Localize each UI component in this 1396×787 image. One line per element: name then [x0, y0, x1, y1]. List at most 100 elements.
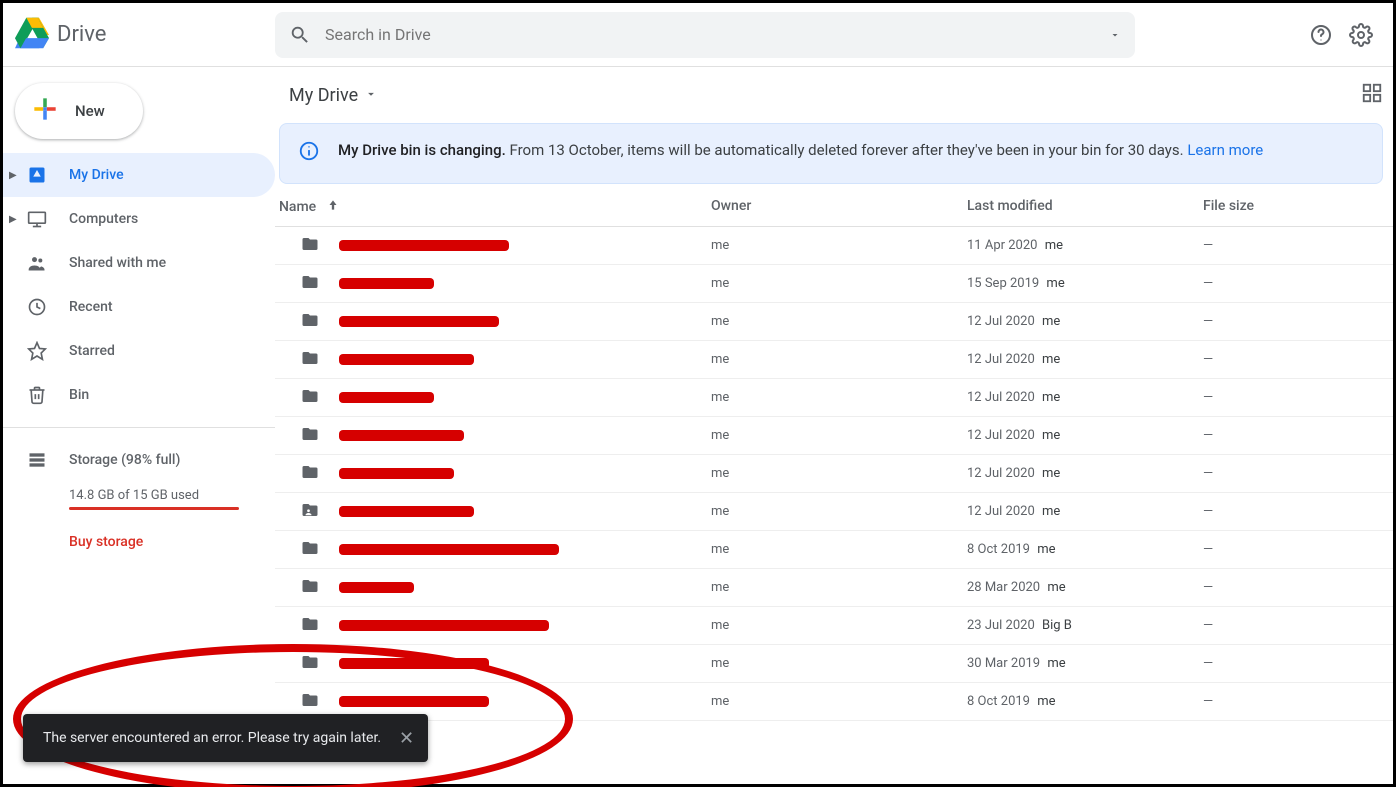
folder-icon	[299, 691, 321, 713]
row-size: —	[1203, 314, 1383, 329]
redacted-name	[339, 240, 509, 251]
row-modified: 8 Oct 2019 me	[967, 694, 1203, 709]
storage-nav-item[interactable]: Storage (98% full)	[27, 438, 259, 482]
info-icon	[298, 140, 320, 169]
redacted-name	[339, 620, 549, 631]
buy-storage-link[interactable]: Buy storage	[69, 534, 259, 550]
storage-label: Storage (98% full)	[69, 452, 180, 468]
settings-gear-icon[interactable]	[1349, 23, 1373, 47]
row-modified: 12 Jul 2020 me	[967, 390, 1203, 405]
redacted-name	[339, 430, 464, 441]
banner-bold: My Drive bin is changing.	[338, 141, 506, 159]
sidebar-item-starred[interactable]: Starred	[3, 329, 275, 373]
breadcrumb[interactable]: My Drive	[289, 85, 378, 106]
folder-icon	[299, 273, 321, 295]
toast-close-icon[interactable]: ✕	[399, 728, 414, 749]
row-size: —	[1203, 542, 1383, 557]
folder-icon	[299, 387, 321, 409]
row-size: —	[1203, 618, 1383, 633]
info-banner: My Drive bin is changing. From 13 Octobe…	[279, 123, 1383, 184]
storage-section: Storage (98% full) 14.8 GB of 15 GB used…	[3, 438, 275, 550]
folder-icon	[299, 539, 321, 561]
row-size: —	[1203, 656, 1383, 671]
sidebar-separator	[3, 427, 275, 428]
folder-icon	[299, 653, 321, 675]
folder-icon	[299, 349, 321, 371]
row-modified: 28 Mar 2020 me	[967, 580, 1203, 595]
row-owner: me	[711, 276, 967, 291]
row-owner: me	[711, 238, 967, 253]
column-name[interactable]: Name	[279, 198, 711, 216]
table-row[interactable]: me12 Jul 2020 me—	[275, 455, 1393, 493]
search-input[interactable]	[325, 25, 1109, 44]
storage-icon	[27, 450, 47, 470]
table-row[interactable]: me23 Jul 2020 Big B—	[275, 607, 1393, 645]
folder-icon	[299, 577, 321, 599]
expand-triangle-icon[interactable]: ▶	[9, 214, 17, 225]
sidebar-item-shared-with-me[interactable]: Shared with me	[3, 241, 275, 285]
sidebar-item-my-drive[interactable]: ▶My Drive	[3, 153, 275, 197]
header: Drive	[3, 3, 1393, 67]
redacted-name	[339, 582, 414, 593]
folder-icon	[299, 615, 321, 637]
banner-learn-more-link[interactable]: Learn more	[1187, 141, 1263, 159]
sidebar-item-label: Shared with me	[69, 255, 166, 271]
help-icon[interactable]	[1309, 23, 1333, 47]
row-size: —	[1203, 276, 1383, 291]
column-size[interactable]: File size	[1203, 198, 1383, 216]
row-owner: me	[711, 314, 967, 329]
plus-icon	[29, 93, 61, 129]
row-owner: me	[711, 352, 967, 367]
breadcrumb-row: My Drive	[275, 67, 1393, 123]
sidebar-item-recent[interactable]: Recent	[3, 285, 275, 329]
sort-arrow-up-icon	[326, 198, 340, 216]
folder-icon	[299, 311, 321, 333]
row-owner: me	[711, 656, 967, 671]
table-row[interactable]: me12 Jul 2020 me—	[275, 379, 1393, 417]
redacted-name	[339, 392, 434, 403]
drive-logo-icon	[15, 16, 49, 54]
grid-view-toggle-icon[interactable]	[1361, 82, 1383, 108]
row-size: —	[1203, 466, 1383, 481]
table-row[interactable]: me12 Jul 2020 me—	[275, 303, 1393, 341]
computers-icon	[27, 209, 47, 229]
table-row[interactable]: me12 Jul 2020 me—	[275, 493, 1393, 531]
search-options-dropdown-icon[interactable]	[1109, 29, 1121, 41]
shared-icon	[27, 253, 47, 273]
row-owner: me	[711, 542, 967, 557]
table-row[interactable]: me12 Jul 2020 me—	[275, 341, 1393, 379]
row-modified: 12 Jul 2020 me	[967, 352, 1203, 367]
redacted-name	[339, 354, 474, 365]
table-row[interactable]: me8 Oct 2019 me—	[275, 683, 1393, 721]
table-row[interactable]: me30 Mar 2019 me—	[275, 645, 1393, 683]
storage-usage-text: 14.8 GB of 15 GB used	[69, 488, 259, 503]
column-owner[interactable]: Owner	[711, 198, 967, 216]
sidebar-item-bin[interactable]: Bin	[3, 373, 275, 417]
sidebar-item-label: Bin	[69, 387, 89, 403]
column-modified[interactable]: Last modified	[967, 198, 1203, 216]
table-row[interactable]: me28 Mar 2020 me—	[275, 569, 1393, 607]
row-modified: 12 Jul 2020 me	[967, 314, 1203, 329]
banner-text: My Drive bin is changing. From 13 Octobe…	[338, 138, 1263, 169]
redacted-name	[339, 278, 434, 289]
table-row[interactable]: me8 Oct 2019 me—	[275, 531, 1393, 569]
sidebar-item-computers[interactable]: ▶Computers	[3, 197, 275, 241]
star-icon	[27, 341, 47, 361]
table-row[interactable]: me12 Jul 2020 me—	[275, 417, 1393, 455]
sidebar: New ▶My Drive▶Computers Shared with me Rec…	[3, 67, 275, 784]
expand-triangle-icon[interactable]: ▶	[9, 170, 17, 181]
row-size: —	[1203, 352, 1383, 367]
row-size: —	[1203, 580, 1383, 595]
row-owner: me	[711, 580, 967, 595]
shared-folder-icon	[299, 501, 321, 523]
new-button[interactable]: New	[15, 83, 143, 139]
row-modified: 12 Jul 2020 me	[967, 504, 1203, 519]
bin-icon	[27, 385, 47, 405]
redacted-name	[339, 696, 489, 707]
table-row[interactable]: me15 Sep 2019 me—	[275, 265, 1393, 303]
sidebar-item-label: Starred	[69, 343, 115, 359]
toast-text: The server encountered an error. Please …	[43, 730, 381, 746]
table-row[interactable]: me11 Apr 2020 me—	[275, 227, 1393, 265]
column-headers: Name Owner Last modified File size	[275, 192, 1393, 227]
search-bar[interactable]	[275, 12, 1135, 58]
